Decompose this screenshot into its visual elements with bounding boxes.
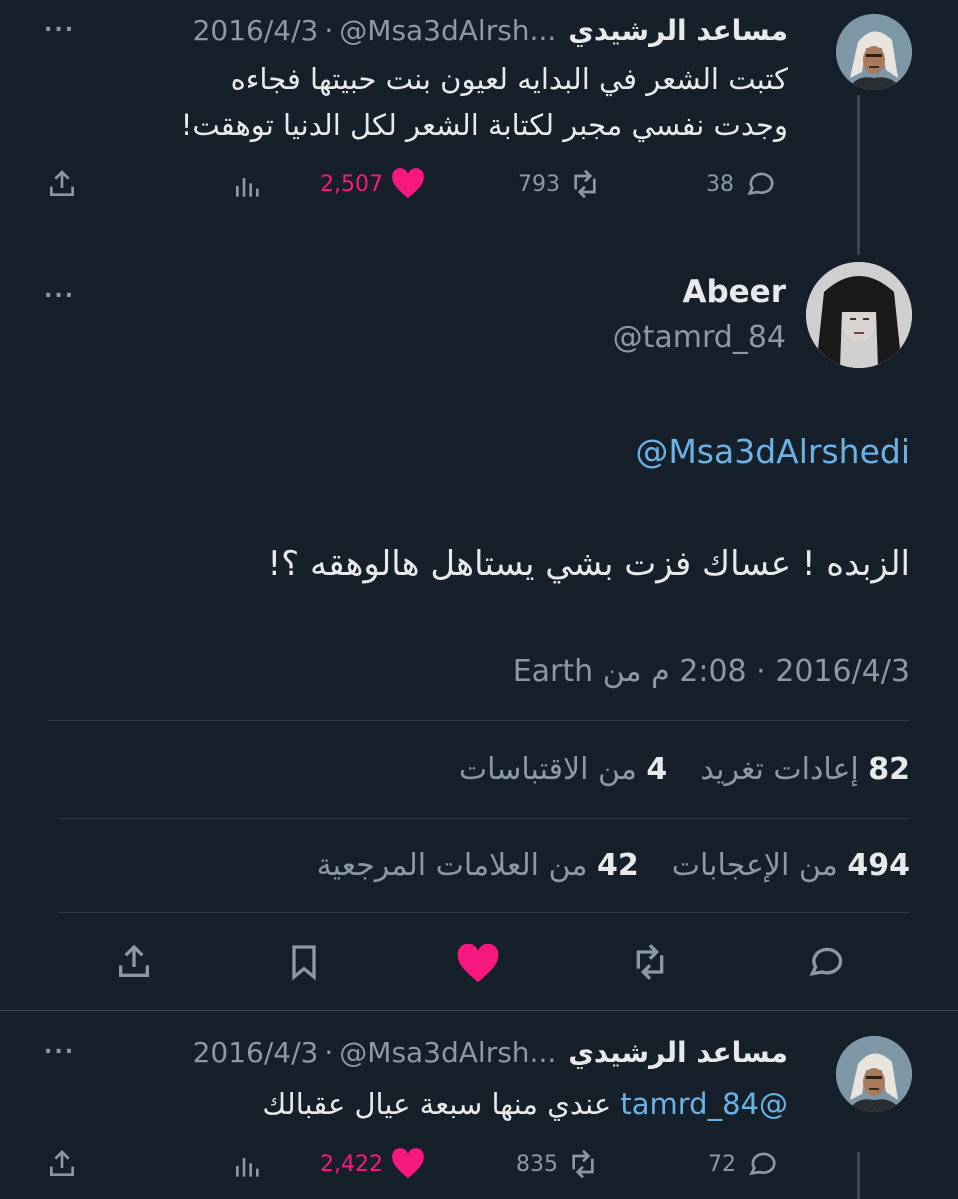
avatar-image bbox=[836, 14, 912, 90]
quotes-label[interactable]: من الاقتباسات bbox=[459, 752, 637, 787]
retweet-icon bbox=[636, 944, 664, 980]
author-name[interactable]: مساعد الرشيدي bbox=[568, 14, 788, 47]
reply-count: 72 bbox=[708, 1151, 736, 1177]
author-handle[interactable]: @Msa3dAlrsh... bbox=[339, 14, 556, 47]
heart-filled-icon bbox=[392, 1148, 424, 1179]
reply-button[interactable] bbox=[802, 942, 846, 982]
retweet-icon bbox=[574, 169, 596, 199]
thread-line bbox=[857, 95, 860, 255]
likes-count[interactable]: 494 bbox=[847, 848, 910, 883]
likes-stats: 494 من الإعجابات 42 من العلامات المرجعية bbox=[190, 848, 910, 883]
more-options-button[interactable]: ... bbox=[44, 12, 75, 37]
separator-dot: · bbox=[324, 13, 334, 47]
retweets-count[interactable]: 82 bbox=[868, 752, 910, 787]
separator-dot: · bbox=[324, 1035, 334, 1069]
retweet-button[interactable] bbox=[628, 942, 672, 982]
analytics-icon bbox=[236, 1158, 259, 1177]
tweet-text: @tamrd_84 عندي منها سبعة عيال عقبالك bbox=[120, 1082, 788, 1126]
tweet-date[interactable]: 2016/4/3 bbox=[193, 14, 319, 47]
like-count: 2,507 bbox=[320, 171, 383, 197]
tweet-timestamp[interactable]: 2016/4/3 · 2:08 م من Earth bbox=[310, 654, 910, 689]
mention-link[interactable]: @tamrd_84 bbox=[620, 1087, 788, 1121]
quotes-count[interactable]: 4 bbox=[646, 752, 667, 787]
avatar[interactable] bbox=[836, 14, 912, 90]
like-count: 2,422 bbox=[320, 1151, 383, 1177]
avatar[interactable] bbox=[836, 1036, 912, 1112]
thread-line bbox=[857, 1152, 860, 1199]
bookmark-button[interactable] bbox=[284, 942, 324, 982]
divider bbox=[0, 1010, 958, 1011]
reply-icon bbox=[749, 1152, 776, 1176]
tweet-text: الزبده ! عساك فزت بشي يستاهل هالوهقه ؟! bbox=[267, 544, 910, 584]
reply-icon bbox=[747, 172, 774, 196]
share-button[interactable] bbox=[46, 1148, 78, 1180]
more-options-button[interactable]: ... bbox=[44, 278, 75, 303]
avatar-image bbox=[836, 1036, 912, 1112]
bookmark-icon bbox=[292, 945, 316, 981]
share-button[interactable] bbox=[114, 942, 154, 982]
share-icon bbox=[119, 944, 149, 977]
heart-filled-icon bbox=[392, 168, 424, 199]
share-icon bbox=[50, 170, 74, 196]
more-options-button[interactable]: ... bbox=[44, 1034, 75, 1059]
tweet-date[interactable]: 2016/4/3 bbox=[193, 1036, 319, 1069]
author-name[interactable]: مساعد الرشيدي bbox=[568, 1036, 788, 1069]
like-button[interactable]: 2,507 bbox=[320, 168, 425, 200]
author-name[interactable]: Abeer bbox=[682, 274, 786, 310]
analytics-icon bbox=[236, 178, 259, 197]
like-button[interactable]: 2,422 bbox=[320, 1148, 425, 1180]
tweet-text: كتبت الشعر في البدايه لعيون بنت حبيتها ف… bbox=[80, 56, 788, 148]
share-button[interactable] bbox=[46, 168, 78, 200]
likes-label[interactable]: من الإعجابات bbox=[672, 848, 838, 883]
like-button[interactable] bbox=[456, 944, 500, 984]
retweet-button[interactable]: 793 bbox=[518, 168, 602, 200]
author-handle[interactable]: @tamrd_84 bbox=[613, 320, 786, 355]
reply-button[interactable]: 38 bbox=[706, 168, 776, 200]
divider bbox=[58, 818, 910, 819]
views-button[interactable] bbox=[232, 170, 264, 202]
bookmarks-count[interactable]: 42 bbox=[597, 848, 639, 883]
reply-icon bbox=[809, 947, 843, 976]
divider bbox=[58, 912, 910, 913]
avatar[interactable] bbox=[806, 262, 912, 368]
mention-link[interactable]: @Msa3dAlrshedi bbox=[635, 432, 910, 471]
retweet-icon bbox=[572, 1149, 594, 1179]
reply-count: 38 bbox=[706, 171, 734, 197]
retweet-count: 835 bbox=[516, 1151, 558, 1177]
tweet-text-body: عندي منها سبعة عيال عقبالك bbox=[262, 1087, 612, 1121]
retweets-label[interactable]: إعادات تغريد bbox=[700, 752, 858, 787]
reply-button[interactable]: 72 bbox=[708, 1148, 778, 1180]
retweet-count: 793 bbox=[518, 171, 560, 197]
share-icon bbox=[50, 1150, 74, 1176]
author-handle[interactable]: @Msa3dAlrsh... bbox=[339, 1036, 556, 1069]
retweets-stats: 82 إعادات تغريد 4 من الاقتباسات bbox=[210, 752, 910, 787]
heart-filled-icon bbox=[457, 944, 499, 983]
divider bbox=[48, 720, 910, 721]
tweet-text-line: كتبت الشعر في البدايه لعيون بنت حبيتها ف… bbox=[230, 62, 788, 96]
retweet-button[interactable]: 835 bbox=[516, 1148, 600, 1180]
avatar-image bbox=[806, 262, 912, 368]
bookmarks-label[interactable]: من العلامات المرجعية bbox=[317, 848, 588, 883]
tweet-text-line: وجدت نفسي مجبر لكتابة الشعر لكل الدنيا ت… bbox=[180, 108, 788, 142]
views-button[interactable] bbox=[232, 1150, 264, 1182]
